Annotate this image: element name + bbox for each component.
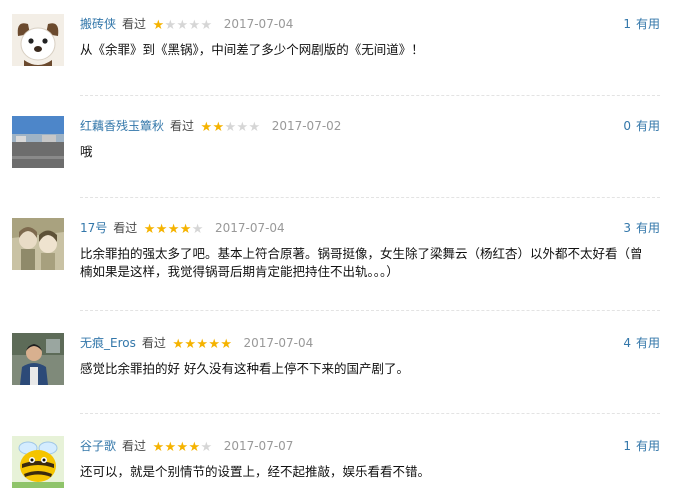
review-meta: 搬砖侠 看过 ★★★★★ 2017-07-04 (80, 15, 293, 33)
review-text: 感觉比余罪拍的好 好久没有这种看上停不下来的国产剧了。 (80, 361, 409, 376)
star-icon: ★ (167, 222, 180, 237)
useful-vote-button[interactable]: 0 有用 (623, 117, 660, 135)
avatar[interactable] (12, 436, 64, 488)
divider (80, 197, 660, 198)
star-icon: ★ (176, 18, 189, 33)
useful-count: 3 (623, 221, 631, 235)
useful-label: 有用 (635, 119, 660, 133)
dog-avatar-icon (12, 14, 64, 66)
review-text: 比余罪拍的强太多了吧。基本上符合原著。锅哥挺像，女生除了梁舞云（杨红杏）以外都不… (80, 246, 643, 279)
star-icon: ★ (200, 440, 213, 455)
username-link[interactable]: 无痕_Eros (80, 336, 136, 350)
star-icon: ★ (179, 222, 192, 237)
star-icon: ★ (172, 337, 184, 352)
useful-label: 有用 (635, 336, 660, 350)
useful-vote-button[interactable]: 1 有用 (623, 15, 660, 33)
star-icon: ★ (143, 222, 156, 237)
useful-vote-button[interactable]: 1 有用 (623, 437, 660, 455)
star-icon: ★ (188, 18, 201, 33)
star-icon: ★ (176, 440, 189, 455)
review-date: 2017-07-07 (223, 439, 294, 453)
review-item: 17号 看过 ★★★★★ 2017-07-04 3 有用 比余罪拍的强太多了吧。基本… (0, 218, 676, 288)
review-text: 从《余罪》到《黑锅》，中间差了多少个网剧版的《无间道》！ (80, 42, 424, 57)
review-item: 谷子歌 看过 ★★★★★ 2017-07-07 1 有用 还可以，就是个别情节的设置… (0, 436, 676, 496)
useful-label: 有用 (635, 221, 660, 235)
star-rating: ★★★★★ (200, 119, 261, 137)
review-date: 2017-07-04 (223, 17, 294, 31)
avatar[interactable] (12, 218, 64, 270)
watched-status: 看过 (122, 17, 147, 31)
street-avatar-icon (12, 116, 64, 168)
bee-avatar-icon (12, 436, 64, 488)
review-meta: 无痕_Eros 看过 ★★★★★ 2017-07-04 (80, 334, 313, 352)
person-avatar-icon (12, 333, 64, 385)
review-item: 红藕香残玉簟秋 看过 ★★★★★ 2017-07-02 0 有用 哦 (0, 116, 676, 176)
review-date: 2017-07-02 (271, 119, 342, 133)
star-icon: ★ (155, 222, 168, 237)
useful-count: 0 (623, 119, 631, 133)
username-link[interactable]: 谷子歌 (80, 439, 116, 453)
star-icon: ★ (200, 120, 213, 135)
watched-status: 看过 (122, 439, 147, 453)
anime-avatar-icon (12, 218, 64, 270)
star-icon: ★ (208, 337, 220, 352)
review-meta: 谷子歌 看过 ★★★★★ 2017-07-07 (80, 437, 293, 455)
star-rating: ★★★★★ (143, 221, 204, 239)
star-icon: ★ (236, 120, 249, 135)
star-icon: ★ (212, 120, 225, 135)
star-rating: ★★★★★ (152, 439, 213, 457)
avatar[interactable] (12, 333, 64, 385)
useful-label: 有用 (635, 439, 660, 453)
useful-count: 4 (623, 336, 631, 350)
review-date: 2017-07-04 (214, 221, 285, 235)
star-icon: ★ (220, 337, 232, 352)
star-icon: ★ (248, 120, 261, 135)
divider (80, 95, 660, 96)
star-icon: ★ (184, 337, 196, 352)
useful-vote-button[interactable]: 4 有用 (623, 334, 660, 352)
divider (80, 413, 660, 414)
star-rating: ★★★★★ (152, 17, 213, 35)
review-text: 还可以，就是个别情节的设置上，经不起推敲，娱乐看看不错。 (80, 464, 431, 479)
star-icon: ★ (224, 120, 237, 135)
review-item: 搬砖侠 看过 ★★★★★ 2017-07-04 1 有用 从《余罪》到《黑锅》，中间… (0, 14, 676, 74)
username-link[interactable]: 搬砖侠 (80, 17, 116, 31)
review-meta: 红藕香残玉簟秋 看过 ★★★★★ 2017-07-02 (80, 117, 341, 135)
star-icon: ★ (152, 440, 165, 455)
useful-vote-button[interactable]: 3 有用 (623, 219, 660, 237)
star-icon: ★ (191, 222, 204, 237)
username-link[interactable]: 红藕香残玉簟秋 (80, 119, 164, 133)
useful-count: 1 (623, 439, 631, 453)
watched-status: 看过 (170, 119, 195, 133)
star-icon: ★ (188, 440, 201, 455)
watched-status: 看过 (113, 221, 138, 235)
useful-count: 1 (623, 17, 631, 31)
divider (80, 310, 660, 311)
star-icon: ★ (200, 18, 213, 33)
useful-label: 有用 (635, 17, 660, 31)
review-text: 哦 (80, 144, 93, 159)
star-rating: ★★★★★ (172, 336, 232, 354)
star-icon: ★ (164, 18, 177, 33)
star-icon: ★ (196, 337, 208, 352)
review-meta: 17号 看过 ★★★★★ 2017-07-04 (80, 219, 285, 237)
star-icon: ★ (164, 440, 177, 455)
star-icon: ★ (152, 18, 165, 33)
avatar[interactable] (12, 116, 64, 168)
watched-status: 看过 (141, 336, 166, 350)
review-date: 2017-07-04 (243, 336, 314, 350)
review-item: 无痕_Eros 看过 ★★★★★ 2017-07-04 4 有用 感觉比余罪拍的好 … (0, 333, 676, 393)
avatar[interactable] (12, 14, 64, 66)
username-link[interactable]: 17号 (80, 221, 107, 235)
